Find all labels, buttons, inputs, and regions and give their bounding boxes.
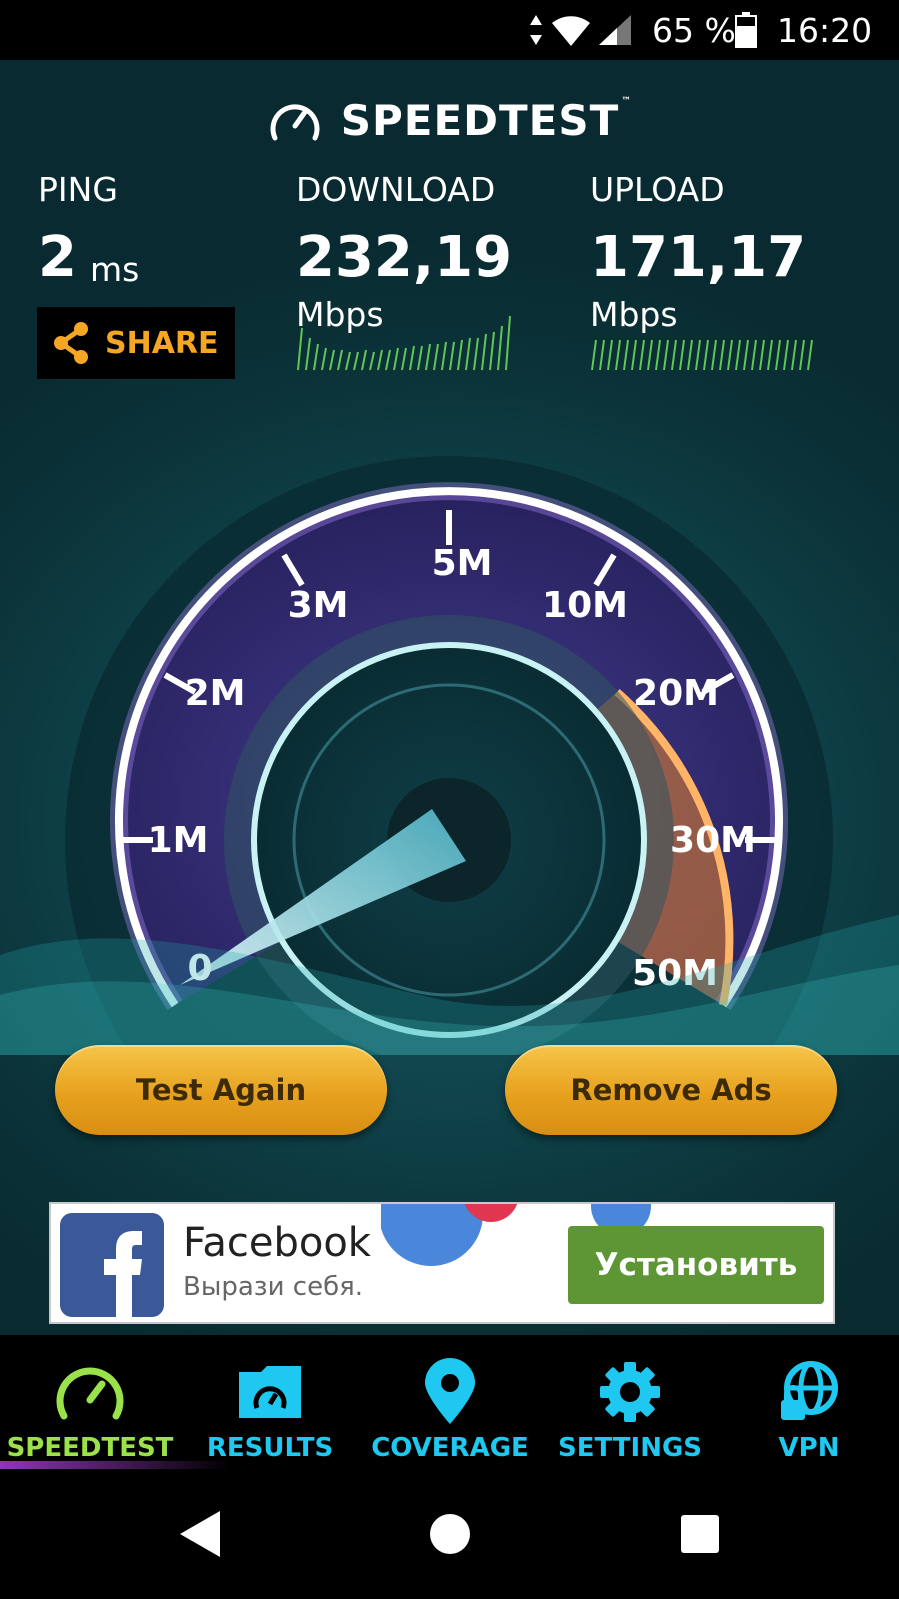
data-arrows-icon — [528, 0, 544, 60]
gauge-label-10m: 10M — [542, 585, 628, 626]
ad-title: Facebook — [183, 1220, 371, 1266]
speedometer-logo-icon — [270, 104, 320, 141]
tab-speedtest[interactable]: SPEEDTEST — [0, 1335, 230, 1469]
tab-label: RESULTS — [206, 1433, 334, 1463]
home-circle-icon — [430, 1514, 470, 1554]
tab-label: COVERAGE — [371, 1433, 529, 1463]
ad-install-button[interactable]: Установить — [568, 1226, 824, 1304]
gauge-label-3m: 3M — [288, 585, 349, 626]
tab-settings[interactable]: SETTINGS — [540, 1335, 720, 1469]
share-label: SHARE — [105, 325, 219, 361]
results-folder-icon — [235, 1357, 305, 1427]
ad-subtitle: Вырази себя. — [183, 1272, 364, 1302]
globe-lock-icon — [777, 1357, 841, 1427]
system-navigation-bar — [0, 1469, 899, 1599]
download-sparkline — [297, 315, 511, 371]
battery-icon — [735, 0, 757, 60]
upload-label: UPLOAD — [590, 170, 725, 209]
share-icon — [54, 322, 88, 364]
speedometer-icon — [54, 1357, 126, 1427]
speed-gauge: 0 1M 2M 3M 5M 10M 20M 30M 50M — [0, 456, 899, 1055]
gauge-label-1m: 1M — [148, 820, 209, 861]
tab-results[interactable]: RESULTS — [180, 1335, 360, 1469]
tab-label: SPEEDTEST — [6, 1433, 174, 1463]
back-button[interactable] — [140, 1469, 260, 1599]
signal-icon — [597, 0, 633, 60]
tab-coverage[interactable]: COVERAGE — [360, 1335, 540, 1469]
download-label: DOWNLOAD — [296, 170, 496, 209]
back-triangle-icon — [180, 1511, 220, 1557]
remove-ads-button[interactable]: Remove Ads — [505, 1045, 837, 1135]
share-button[interactable]: SHARE — [37, 307, 235, 379]
status-bar: 65 % 16:20 — [0, 0, 899, 60]
recents-square-icon — [681, 1515, 719, 1553]
app-logo: SPEEDTEST ™ — [0, 90, 899, 150]
ping-value: 2 — [38, 225, 77, 290]
ping-label: PING — [38, 170, 118, 209]
bottom-tab-bar: SPEEDTEST RESULTS COVERAGE SETTINGS VPN — [0, 1335, 899, 1469]
tab-label: SETTINGS — [557, 1433, 703, 1463]
tab-vpn[interactable]: VPN — [719, 1335, 899, 1469]
gauge-label-5m: 5M — [432, 543, 493, 584]
app-name: SPEEDTEST ™ — [340, 95, 633, 145]
ad-banner[interactable]: Facebook Вырази себя. Установить — [49, 1202, 835, 1324]
gauge-label-20m: 20M — [633, 673, 719, 714]
recents-button[interactable] — [640, 1469, 760, 1599]
map-pin-icon — [423, 1357, 477, 1427]
gauge-label-30m: 30M — [670, 820, 756, 861]
ping-unit: ms — [90, 250, 140, 289]
home-button[interactable] — [390, 1469, 510, 1599]
battery-percent: 65 % — [652, 10, 736, 50]
gauge-label-2m: 2M — [185, 673, 246, 714]
download-value: 232,19 — [296, 225, 513, 290]
facebook-logo-icon — [60, 1213, 164, 1317]
clock: 16:20 — [777, 10, 873, 50]
gear-icon — [598, 1357, 662, 1427]
test-again-button[interactable]: Test Again — [55, 1045, 387, 1135]
tab-label: VPN — [778, 1433, 840, 1463]
wifi-icon — [550, 0, 592, 60]
upload-value: 171,17 — [590, 225, 807, 290]
speedtest-screen: SPEEDTEST ™ PING 2 ms SHARE DOWNLOAD 232,… — [0, 60, 899, 1335]
upload-sparkline — [591, 339, 813, 371]
